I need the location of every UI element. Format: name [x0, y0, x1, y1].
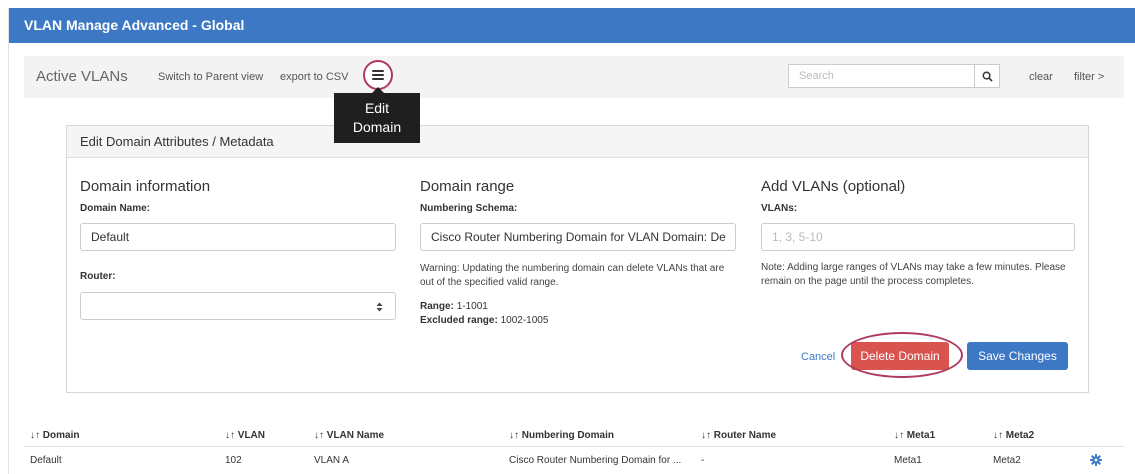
search-icon — [982, 71, 993, 82]
table-header: ↓↑ Domain ↓↑ VLAN ↓↑ VLAN Name ↓↑ Number… — [24, 427, 1124, 447]
edit-domain-tooltip: Edit Domain — [334, 87, 420, 143]
numbering-schema-value: Cisco Router Numbering Domain for VLAN D… — [431, 230, 726, 244]
vlans-input[interactable] — [761, 223, 1075, 251]
column-header-meta2[interactable]: ↓↑ Meta2 — [993, 430, 1034, 441]
excluded-range-label: Excluded range: — [420, 315, 498, 326]
column-header-label: VLAN — [237, 430, 266, 441]
add-vlans-note: Note: Adding large ranges of VLANs may t… — [761, 262, 1066, 287]
column-header-label: Meta2 — [1005, 430, 1035, 441]
clear-link[interactable]: clear — [1029, 71, 1053, 83]
table-row[interactable]: Default 102 VLAN A Cisco Router Numberin… — [24, 452, 1124, 472]
range-label: Range: — [420, 301, 454, 312]
toolbar: Active VLANs Switch to Parent view expor… — [24, 56, 1124, 98]
add-vlans-section: Add VLANs (optional) VLANs: Note: Adding… — [761, 178, 1077, 289]
panel-title: Edit Domain Attributes / Metadata — [67, 126, 1088, 158]
sort-icon: ↓↑ — [894, 430, 904, 441]
tooltip-line-1: Edit — [364, 100, 390, 116]
edit-domain-menu-button[interactable] — [363, 60, 393, 90]
column-header-domain[interactable]: ↓↑ Domain — [30, 430, 79, 441]
edit-domain-panel: Edit Domain Attributes / Metadata Domain… — [66, 125, 1089, 393]
left-border — [8, 8, 9, 474]
range-line: Range: 1-1001 — [420, 300, 736, 314]
range-value: 1-1001 — [456, 301, 488, 312]
cancel-button[interactable]: Cancel — [801, 351, 835, 363]
search-input[interactable] — [788, 64, 975, 88]
sort-icon: ↓↑ — [30, 430, 40, 441]
filter-link[interactable]: filter > — [1074, 71, 1104, 83]
tooltip-line-2: Domain — [352, 119, 402, 135]
cell-meta2: Meta2 — [993, 455, 1021, 466]
cell-vlan-name: VLAN A — [314, 455, 350, 466]
column-header-label: Domain — [42, 430, 80, 441]
column-header-vlan-name[interactable]: ↓↑ VLAN Name — [314, 430, 384, 441]
add-vlans-heading: Add VLANs (optional) — [761, 178, 906, 195]
cell-vlan: 102 — [225, 455, 242, 466]
top-strip — [0, 0, 1135, 8]
column-header-vlan[interactable]: ↓↑ VLAN — [225, 430, 265, 441]
domain-information-section: Domain information Domain Name: Router: — [80, 178, 396, 320]
column-header-label: VLAN Name — [326, 430, 385, 441]
numbering-warning: Warning: Updating the numbering domain c… — [420, 263, 725, 288]
vlans-label: VLANs: — [761, 203, 798, 214]
sort-icon: ↓↑ — [701, 430, 711, 441]
column-header-label: Meta1 — [906, 430, 936, 441]
sort-icon: ↓↑ — [225, 430, 235, 441]
domain-name-label: Domain Name: — [80, 203, 151, 214]
page-title: Active VLANs — [36, 68, 128, 85]
column-header-label: Numbering Domain — [521, 430, 615, 441]
switch-parent-view-link[interactable]: Switch to Parent view — [158, 71, 263, 83]
cell-domain: Default — [30, 455, 62, 466]
delete-highlight-ring — [841, 332, 963, 378]
column-header-router-name[interactable]: ↓↑ Router Name — [701, 430, 776, 441]
export-csv-link[interactable]: export to CSV — [280, 71, 348, 83]
router-label: Router: — [80, 271, 116, 282]
domain-range-heading: Domain range — [420, 178, 515, 195]
sort-icon: ↓↑ — [314, 430, 324, 441]
domain-name-input[interactable] — [80, 223, 396, 251]
hamburger-icon — [372, 70, 384, 80]
numbering-schema-label: Numbering Schema: — [420, 203, 518, 214]
router-select[interactable] — [80, 292, 396, 320]
cell-router-name: - — [701, 455, 705, 466]
excluded-range-line: Excluded range: 1002-1005 — [420, 314, 736, 328]
select-arrows-icon — [376, 302, 383, 312]
excluded-range-value: 1002-1005 — [500, 315, 549, 326]
domain-range-section: Domain range Numbering Schema: Cisco Rou… — [420, 178, 736, 328]
window-title: VLAN Manage Advanced - Global — [9, 8, 1135, 43]
column-header-meta1[interactable]: ↓↑ Meta1 — [894, 430, 935, 441]
domain-information-heading: Domain information — [80, 178, 211, 195]
column-header-numbering-domain[interactable]: ↓↑ Numbering Domain — [509, 430, 614, 441]
cell-meta1: Meta1 — [894, 455, 922, 466]
sort-icon: ↓↑ — [993, 430, 1003, 441]
column-header-label: Router Name — [713, 430, 777, 441]
cell-numbering-domain: Cisco Router Numbering Domain for ... — [509, 455, 682, 466]
gear-icon[interactable] — [1090, 454, 1102, 466]
sort-icon: ↓↑ — [509, 430, 519, 441]
search-button[interactable] — [974, 64, 1000, 88]
save-changes-button[interactable]: Save Changes — [967, 342, 1068, 370]
numbering-schema-select[interactable]: Cisco Router Numbering Domain for VLAN D… — [420, 223, 736, 251]
